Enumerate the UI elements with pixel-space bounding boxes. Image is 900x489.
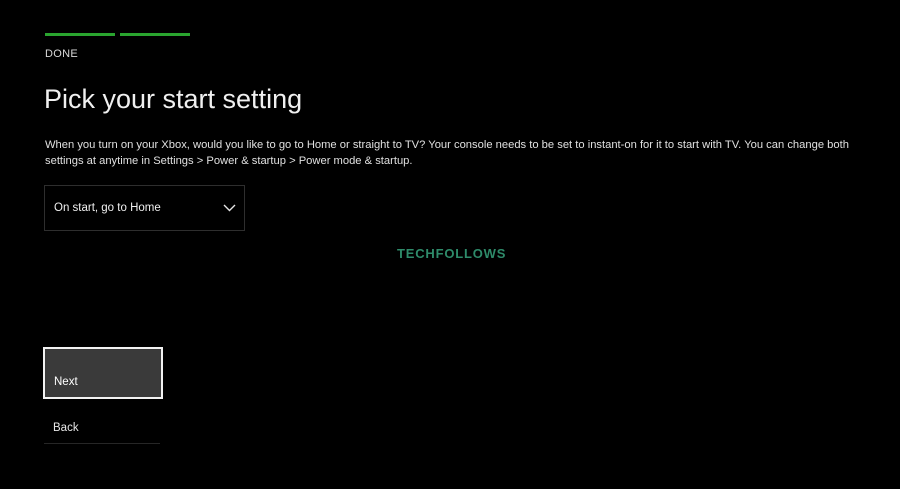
progress-indicator bbox=[45, 33, 190, 36]
dropdown-selected-value: On start, go to Home bbox=[54, 202, 161, 214]
step-label: DONE bbox=[45, 48, 78, 60]
watermark-logo: TECHFOLLOWS bbox=[397, 246, 507, 261]
progress-segment bbox=[45, 33, 115, 36]
page-title: Pick your start setting bbox=[44, 84, 303, 114]
description-text: When you turn on your Xbox, would you li… bbox=[45, 139, 849, 167]
progress-segment bbox=[120, 33, 190, 36]
start-setting-dropdown[interactable]: On start, go to Home bbox=[44, 185, 245, 231]
next-button[interactable]: Next bbox=[43, 347, 163, 399]
back-button[interactable]: Back bbox=[44, 411, 160, 444]
chevron-down-icon bbox=[222, 201, 236, 215]
